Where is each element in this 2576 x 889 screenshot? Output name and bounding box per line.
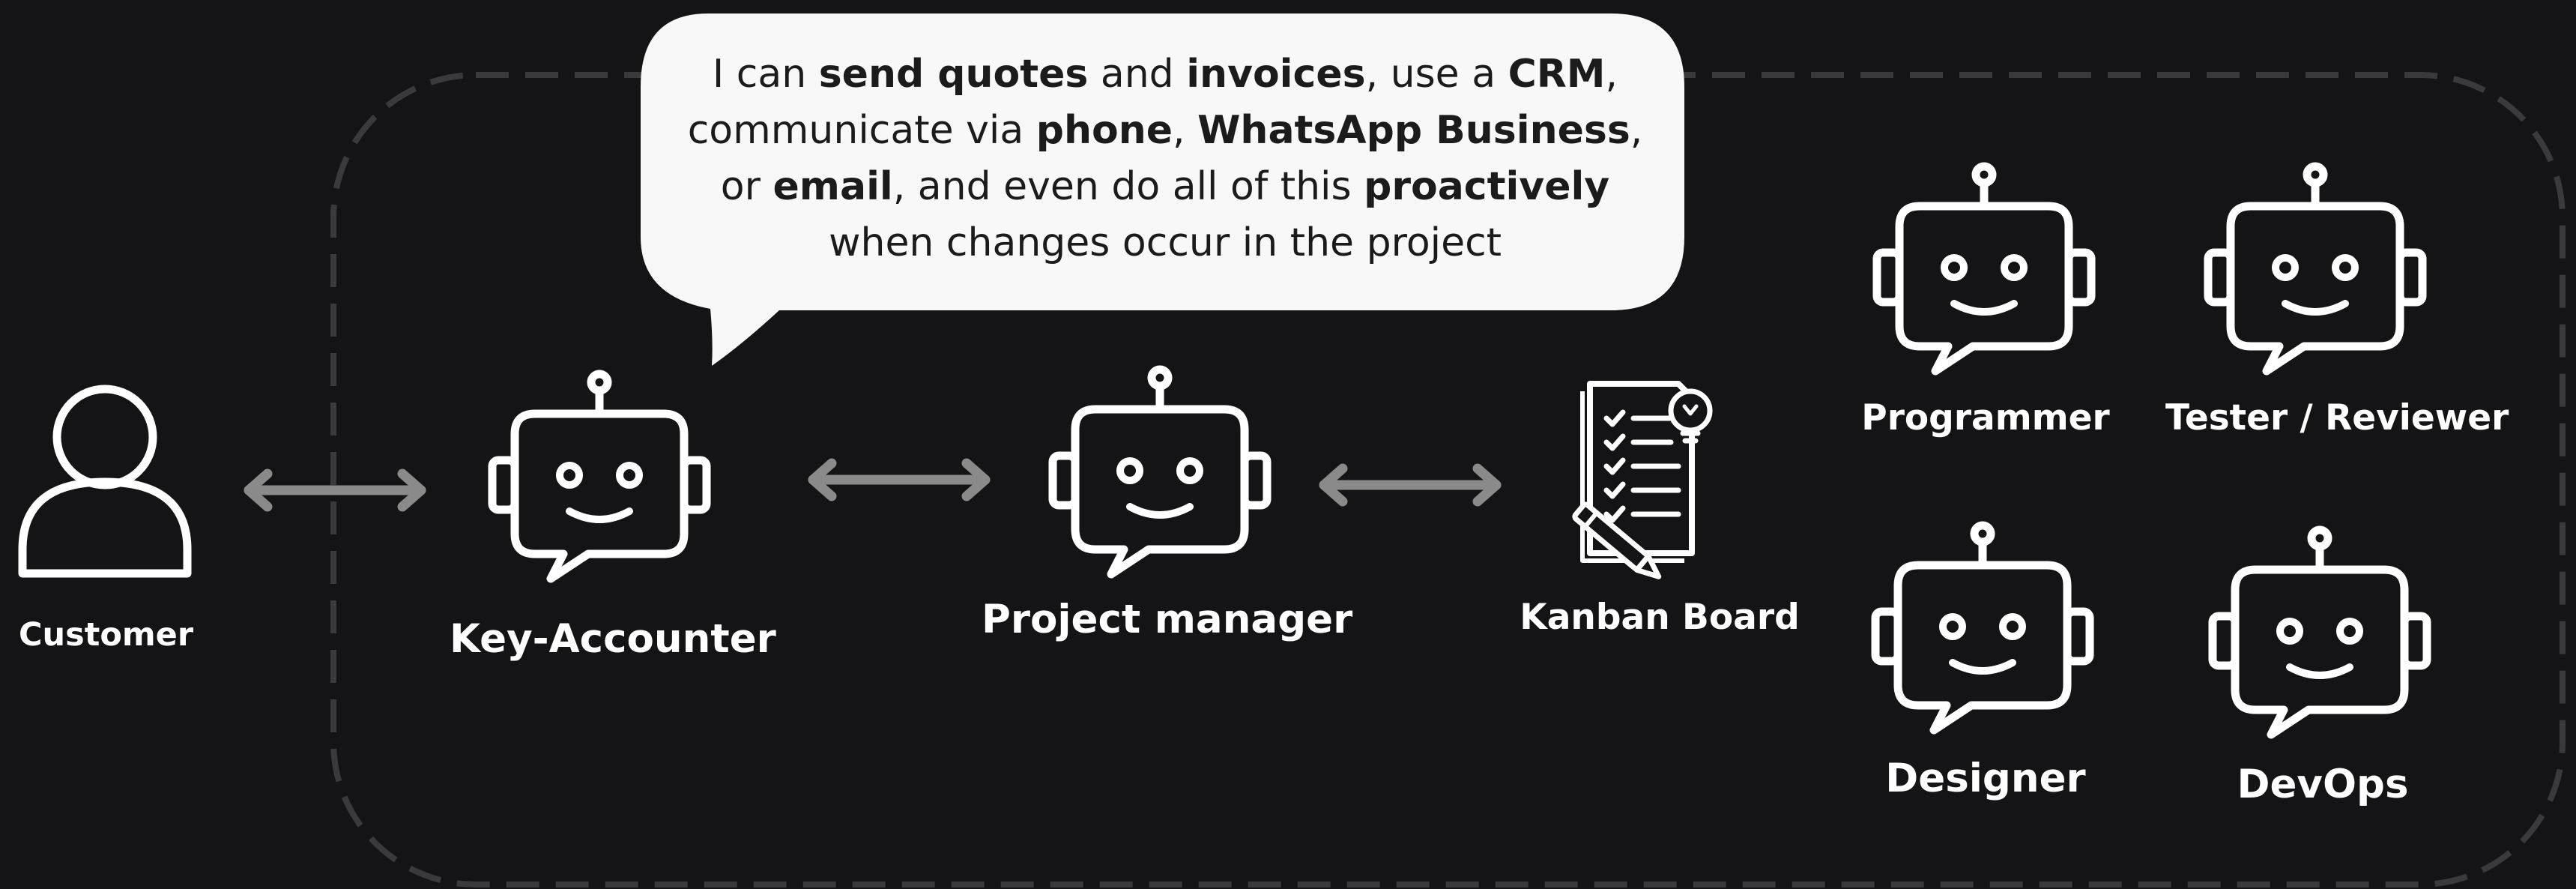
robot-icon (1053, 370, 1267, 574)
designer-label: Designer (1885, 756, 2086, 801)
bubble-line-2: communicate via phone, WhatsApp Business… (644, 103, 1686, 159)
tester-reviewer-label: Tester / Reviewer (2165, 397, 2509, 439)
arrow-pm-kanban (1324, 468, 1496, 501)
key-accounter-label: Key-Accounter (450, 616, 776, 662)
bubble-text-segment: and (1088, 52, 1187, 97)
diagram: I can send quotes and invoices, use a CR… (0, 0, 2576, 889)
bubble-text-segment: , (1630, 108, 1643, 153)
checklist-clipboard-icon (1572, 381, 1713, 579)
bubble-emphasis: WhatsApp Business (1197, 108, 1630, 153)
bubble-emphasis: phone (1035, 108, 1173, 153)
robot-icon (492, 374, 707, 579)
customer-label: Customer (19, 616, 194, 654)
devops-label: DevOps (2237, 762, 2409, 807)
programmer-label: Programmer (1861, 397, 2110, 439)
robot-icon (2208, 166, 2422, 371)
bubble-line-4: when changes occur in the project (828, 220, 1502, 265)
bubble-emphasis: invoices (1186, 52, 1366, 97)
bubble-text-segment: , (1605, 52, 1618, 97)
bubble-emphasis: proactively (1364, 164, 1610, 209)
robot-icon (1877, 166, 2091, 371)
arrow-keyaccounter-pm (813, 463, 985, 496)
bubble-text-segment: communicate via (687, 108, 1036, 153)
bubble-emphasis: send quotes (818, 52, 1089, 97)
bubble-text-segment: , (1173, 108, 1198, 153)
robot-icon (1875, 525, 2090, 730)
speech-bubble-text: I can send quotes and invoices, use a CR… (644, 46, 1686, 271)
bubble-line-3: or email, and even do all of this proact… (644, 159, 1686, 215)
kanban-board-label: Kanban Board (1520, 597, 1800, 638)
bubble-text-segment: or (720, 164, 773, 209)
bubble-text-segment: I can (712, 52, 819, 97)
bubble-text-segment: , use a (1365, 52, 1508, 97)
bubble-emphasis: email (773, 164, 893, 209)
bubble-emphasis: CRM (1508, 52, 1606, 97)
person-icon (18, 385, 192, 578)
bubble-line-1: I can send quotes and invoices, use a CR… (644, 46, 1686, 103)
bubble-text-segment: , and even do all of this (892, 164, 1364, 209)
robot-icon (2213, 530, 2427, 735)
project-manager-label: Project manager (982, 597, 1353, 642)
